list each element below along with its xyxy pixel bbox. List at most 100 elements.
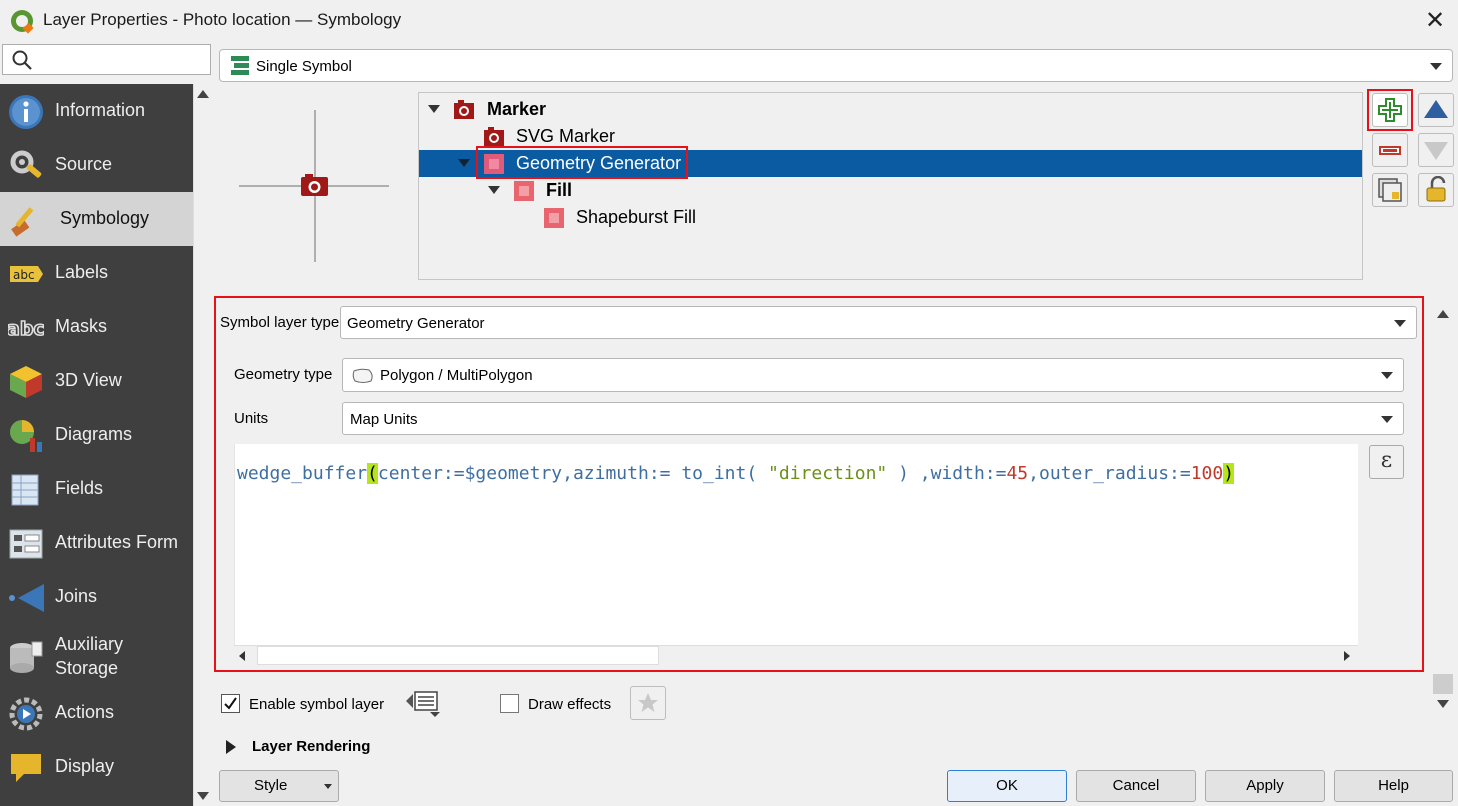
sidebar: Information Source Symbology abc Labels … (0, 84, 193, 806)
scroll-up-icon[interactable] (197, 90, 209, 98)
settings-scrollbar[interactable] (1432, 300, 1454, 720)
star-icon (638, 693, 658, 712)
lock-icon (1426, 176, 1446, 202)
sidebar-item-label: Joins (55, 586, 98, 606)
camera-marker-icon (484, 127, 504, 146)
scroll-down-icon[interactable] (197, 792, 209, 800)
sidebar-item-label: Display (55, 756, 115, 776)
draw-effects-checkbox[interactable] (500, 694, 519, 713)
minus-icon (1379, 146, 1401, 155)
sidebar-item-auxiliary-storage[interactable]: Auxiliary Storage (0, 624, 193, 688)
tree-item-fill[interactable]: Fill (419, 177, 1362, 204)
expression-text[interactable]: wedge_buffer(center:=$geometry,azimuth:=… (237, 463, 1235, 484)
triangle-up-icon (1424, 100, 1448, 118)
sidebar-item-label: Fields (55, 478, 104, 498)
fields-icon (11, 474, 39, 506)
tree-item-shapeburst-fill[interactable]: Shapeburst Fill (419, 204, 1362, 231)
scrollbar-thumb[interactable] (257, 646, 659, 665)
source-icon (10, 150, 42, 178)
sidebar-item-fields[interactable]: Fields (0, 462, 193, 516)
sidebar-item-attributes-form[interactable]: Attributes Form (0, 516, 193, 570)
svg-text:abc: abc (13, 268, 35, 282)
sidebar-item-joins[interactable]: Joins (0, 570, 193, 624)
camera-marker-icon (454, 100, 474, 119)
sidebar-item-label: Diagrams (55, 424, 133, 444)
apply-button[interactable]: Apply (1205, 770, 1325, 802)
labels-icon: abc (10, 266, 43, 282)
tree-item-label: Marker (487, 99, 547, 119)
sidebar-item-symbology[interactable]: Symbology (0, 192, 193, 246)
shapeburst-fill-icon (544, 208, 564, 228)
remove-symbol-layer-button[interactable] (1372, 133, 1408, 167)
geometry-type-select[interactable]: Polygon / MultiPolygon (342, 358, 1404, 392)
expand-arrow-icon[interactable] (488, 186, 500, 194)
cancel-button[interactable]: Cancel (1076, 770, 1196, 802)
sidebar-item-labels[interactable]: abc Labels (0, 246, 193, 300)
scroll-down-icon[interactable] (1437, 700, 1449, 708)
layer-rendering-section[interactable]: Layer Rendering (252, 738, 370, 755)
sidebar-item-display[interactable]: Display (0, 740, 193, 794)
fill-symbol-icon (514, 181, 534, 201)
expand-arrow-icon[interactable] (428, 105, 440, 113)
search-input[interactable] (2, 44, 211, 75)
expression-builder-button[interactable]: ε (1369, 445, 1404, 479)
title-bar: Layer Properties - Photo location — Symb… (0, 0, 1458, 42)
layer-properties-window: Layer Properties - Photo location — Symb… (0, 0, 1458, 806)
renderer-type-value: Single Symbol (256, 58, 352, 75)
data-defined-override-icon[interactable] (404, 688, 442, 718)
sidebar-item-diagrams[interactable]: Diagrams (0, 408, 193, 462)
joins-icon (9, 584, 44, 612)
symbol-layer-tree[interactable]: Marker SVG Marker Geometry Generator Fil… (418, 92, 1363, 280)
search-icon (12, 50, 32, 70)
sidebar-scrollbar[interactable] (193, 84, 212, 806)
scroll-left-icon[interactable] (239, 651, 245, 661)
checkmark-icon (224, 697, 237, 710)
scrollbar-thumb[interactable] (1433, 674, 1453, 694)
diagrams-icon (10, 420, 42, 452)
attributes-form-icon (9, 529, 43, 559)
3d-view-icon (10, 366, 42, 398)
sidebar-item-actions[interactable]: Actions (0, 686, 193, 740)
duplicate-icon (1378, 178, 1402, 202)
triangle-down-icon (1424, 142, 1448, 160)
sidebar-item-information[interactable]: Information (0, 84, 193, 138)
enable-symbol-layer-checkbox[interactable] (221, 694, 240, 713)
actions-icon (9, 697, 43, 731)
move-up-button[interactable] (1418, 93, 1454, 127)
lock-layer-color-button[interactable] (1418, 173, 1454, 207)
sidebar-item-label: Symbology (60, 208, 150, 228)
highlight-add-button (1367, 89, 1413, 131)
expand-arrow-icon[interactable] (226, 740, 236, 754)
style-button-label: Style (254, 777, 288, 794)
sidebar-item-label: Source (55, 154, 113, 174)
symbol-preview (221, 90, 409, 290)
sidebar-item-3d-view[interactable]: 3D View (0, 354, 193, 408)
scroll-up-icon[interactable] (1437, 310, 1449, 318)
duplicate-symbol-layer-button[interactable] (1372, 173, 1408, 207)
help-button[interactable]: Help (1334, 770, 1453, 802)
expand-arrow-icon[interactable] (458, 159, 470, 167)
symbology-icon (11, 207, 34, 237)
ok-button[interactable]: OK (947, 770, 1067, 802)
symbol-layer-type-select[interactable]: Geometry Generator (340, 306, 1417, 339)
symbol-layer-type-label: Symbol layer type (220, 314, 340, 331)
close-icon[interactable]: ✕ (1420, 6, 1450, 36)
renderer-type-select[interactable]: Single Symbol (219, 49, 1453, 82)
chevron-down-icon (1381, 372, 1393, 379)
tree-item-marker[interactable]: Marker (419, 96, 1362, 123)
move-down-button[interactable] (1418, 133, 1454, 167)
symbol-layer-type-value: Geometry Generator (347, 315, 485, 332)
scroll-right-icon[interactable] (1344, 651, 1350, 661)
units-select[interactable]: Map Units (342, 402, 1404, 435)
sidebar-item-source[interactable]: Source (0, 138, 193, 192)
draw-effects-label: Draw effects (528, 696, 612, 713)
units-label: Units (234, 410, 269, 427)
information-icon (9, 95, 43, 129)
style-button[interactable]: Style (219, 770, 339, 802)
sidebar-item-label: Information (55, 100, 146, 120)
sidebar-item-masks[interactable]: abc Masks (0, 300, 193, 354)
tree-item-label: Shapeburst Fill (576, 207, 697, 227)
effects-settings-button[interactable] (630, 686, 666, 720)
chevron-down-icon (1381, 416, 1393, 423)
qgis-logo-icon (11, 10, 34, 34)
